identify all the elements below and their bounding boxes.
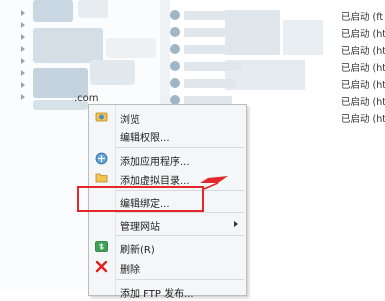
menu-separator <box>116 235 244 236</box>
submenu-arrow-icon <box>234 221 238 227</box>
blurred-tree-node <box>78 0 108 18</box>
list-item[interactable]: 已启动 (ht <box>170 42 385 57</box>
site-status: 已启动 (ht <box>341 80 385 91</box>
site-icon <box>170 44 180 54</box>
blurred-tree-node <box>106 38 156 58</box>
site-status: 已启动 (ht <box>341 63 385 74</box>
menu-item-label: 浏览 <box>120 115 140 126</box>
blurred-site-name <box>184 62 242 71</box>
refresh-icon <box>95 240 108 253</box>
site-status: 已启动 (ht <box>341 46 385 57</box>
annotation-highlight-box <box>77 186 204 212</box>
blurred-site-name <box>184 79 236 88</box>
expand-arrow-icon[interactable] <box>21 70 25 76</box>
site-icon <box>170 61 180 71</box>
menu-item-edit-permissions[interactable]: 编辑权限... <box>89 125 246 145</box>
menu-item-manage-website[interactable]: 管理网站 <box>89 214 246 234</box>
expand-arrow-icon[interactable] <box>21 82 25 88</box>
site-status: 已启动 (ft <box>341 12 384 23</box>
list-item[interactable]: 已启动 (ht <box>170 59 385 74</box>
menu-item-label: 编辑权限... <box>120 133 170 144</box>
list-item[interactable]: 已启动 (ft <box>170 8 385 23</box>
blurred-site-name <box>184 11 234 20</box>
site-node-label[interactable]: .com <box>74 93 99 104</box>
menu-item-add-application[interactable]: 添加应用程序... <box>89 149 246 169</box>
menu-item-label: 管理网站 <box>120 222 160 233</box>
add-application-icon <box>95 152 108 165</box>
menu-item-delete[interactable]: 删除 <box>89 257 246 277</box>
menu-item-label: 添加虚拟目录... <box>120 176 190 187</box>
blurred-tree-node <box>33 0 73 22</box>
menu-separator <box>116 279 244 280</box>
expand-arrow-icon[interactable] <box>21 10 25 16</box>
expand-arrow-icon[interactable] <box>21 94 25 100</box>
site-icon <box>170 78 180 88</box>
expand-arrow-icon[interactable] <box>21 34 25 40</box>
blurred-tree-node <box>33 28 103 63</box>
menu-item-add-ftp-publishing[interactable]: 添加 FTP 发布... <box>89 281 246 301</box>
delete-icon <box>95 260 108 273</box>
menu-item-label: 添加应用程序... <box>120 157 190 168</box>
site-icon <box>170 27 180 37</box>
menu-item-label: 添加 FTP 发布... <box>120 289 194 300</box>
expand-arrow-icon[interactable] <box>21 22 25 28</box>
site-icon <box>170 10 180 20</box>
expand-arrow-icon[interactable] <box>21 46 25 52</box>
menu-item-browse[interactable]: 浏览 <box>89 107 246 127</box>
site-status: 已启动 (ht <box>341 29 385 40</box>
menu-item-add-virtual-directory[interactable]: 添加虚拟目录... <box>89 168 246 188</box>
expand-arrow-icon[interactable] <box>21 58 25 64</box>
menu-item-refresh[interactable]: 刷新(R) <box>89 237 246 257</box>
list-item[interactable]: 已启动 (ht <box>170 25 385 40</box>
menu-separator <box>116 147 244 148</box>
add-virtual-directory-icon <box>95 171 108 184</box>
menu-item-label: 删除 <box>120 265 140 276</box>
site-status: 已启动 (ht <box>341 114 385 125</box>
site-list: 已启动 (ft 已启动 (ht 已启动 (ht 已启动 (ht 已启动 (ht … <box>170 0 385 125</box>
blurred-tree-node <box>90 60 135 85</box>
blurred-site-name <box>184 45 229 54</box>
list-item[interactable]: 已启动 (ht <box>170 76 385 91</box>
blurred-region <box>160 0 170 120</box>
menu-item-label: 刷新(R) <box>120 245 155 256</box>
blurred-site-name <box>184 28 244 37</box>
menu-separator <box>116 212 244 213</box>
site-status: 已启动 (ht <box>341 97 385 108</box>
explore-icon <box>95 110 108 123</box>
